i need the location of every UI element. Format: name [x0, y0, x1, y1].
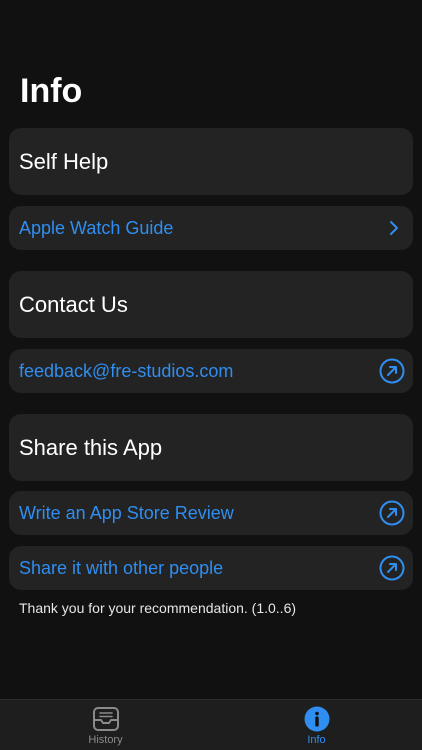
chevron-right-icon — [383, 217, 405, 239]
contact-us-section-header: Contact Us — [9, 271, 413, 338]
tab-bar: History Info — [0, 699, 422, 750]
tab-info[interactable]: Info — [211, 700, 422, 750]
tab-history[interactable]: History — [0, 700, 211, 750]
apple-watch-guide-row[interactable]: Apple Watch Guide — [9, 206, 413, 250]
share-with-people-label: Share it with other people — [19, 557, 224, 578]
feedback-email-label: feedback@fre-studios.com — [19, 360, 234, 381]
info-screen: Info Self Help Apple Watch Guide Contact… — [0, 0, 422, 750]
share-with-people-row[interactable]: Share it with other people — [9, 546, 413, 590]
external-link-icon — [379, 555, 405, 581]
apple-watch-guide-label: Apple Watch Guide — [19, 217, 174, 238]
info-icon — [304, 706, 329, 732]
self-help-title: Self Help — [19, 148, 109, 174]
share-section-header: Share this App — [9, 414, 413, 481]
app-store-review-label: Write an App Store Review — [19, 502, 234, 523]
share-title: Share this App — [19, 434, 163, 460]
tab-info-label: Info — [307, 734, 326, 746]
external-link-icon — [379, 500, 405, 526]
app-store-review-row[interactable]: Write an App Store Review — [9, 491, 413, 535]
feedback-email-row[interactable]: feedback@fre-studios.com — [9, 349, 413, 393]
tray-icon — [92, 707, 119, 731]
version-footnote: Thank you for your recommendation. (1.0.… — [19, 600, 297, 616]
external-link-icon — [379, 358, 405, 384]
tab-history-label: History — [88, 734, 123, 746]
contact-us-title: Contact Us — [19, 291, 128, 317]
self-help-section-header: Self Help — [9, 128, 413, 195]
page-title: Info — [20, 72, 83, 110]
